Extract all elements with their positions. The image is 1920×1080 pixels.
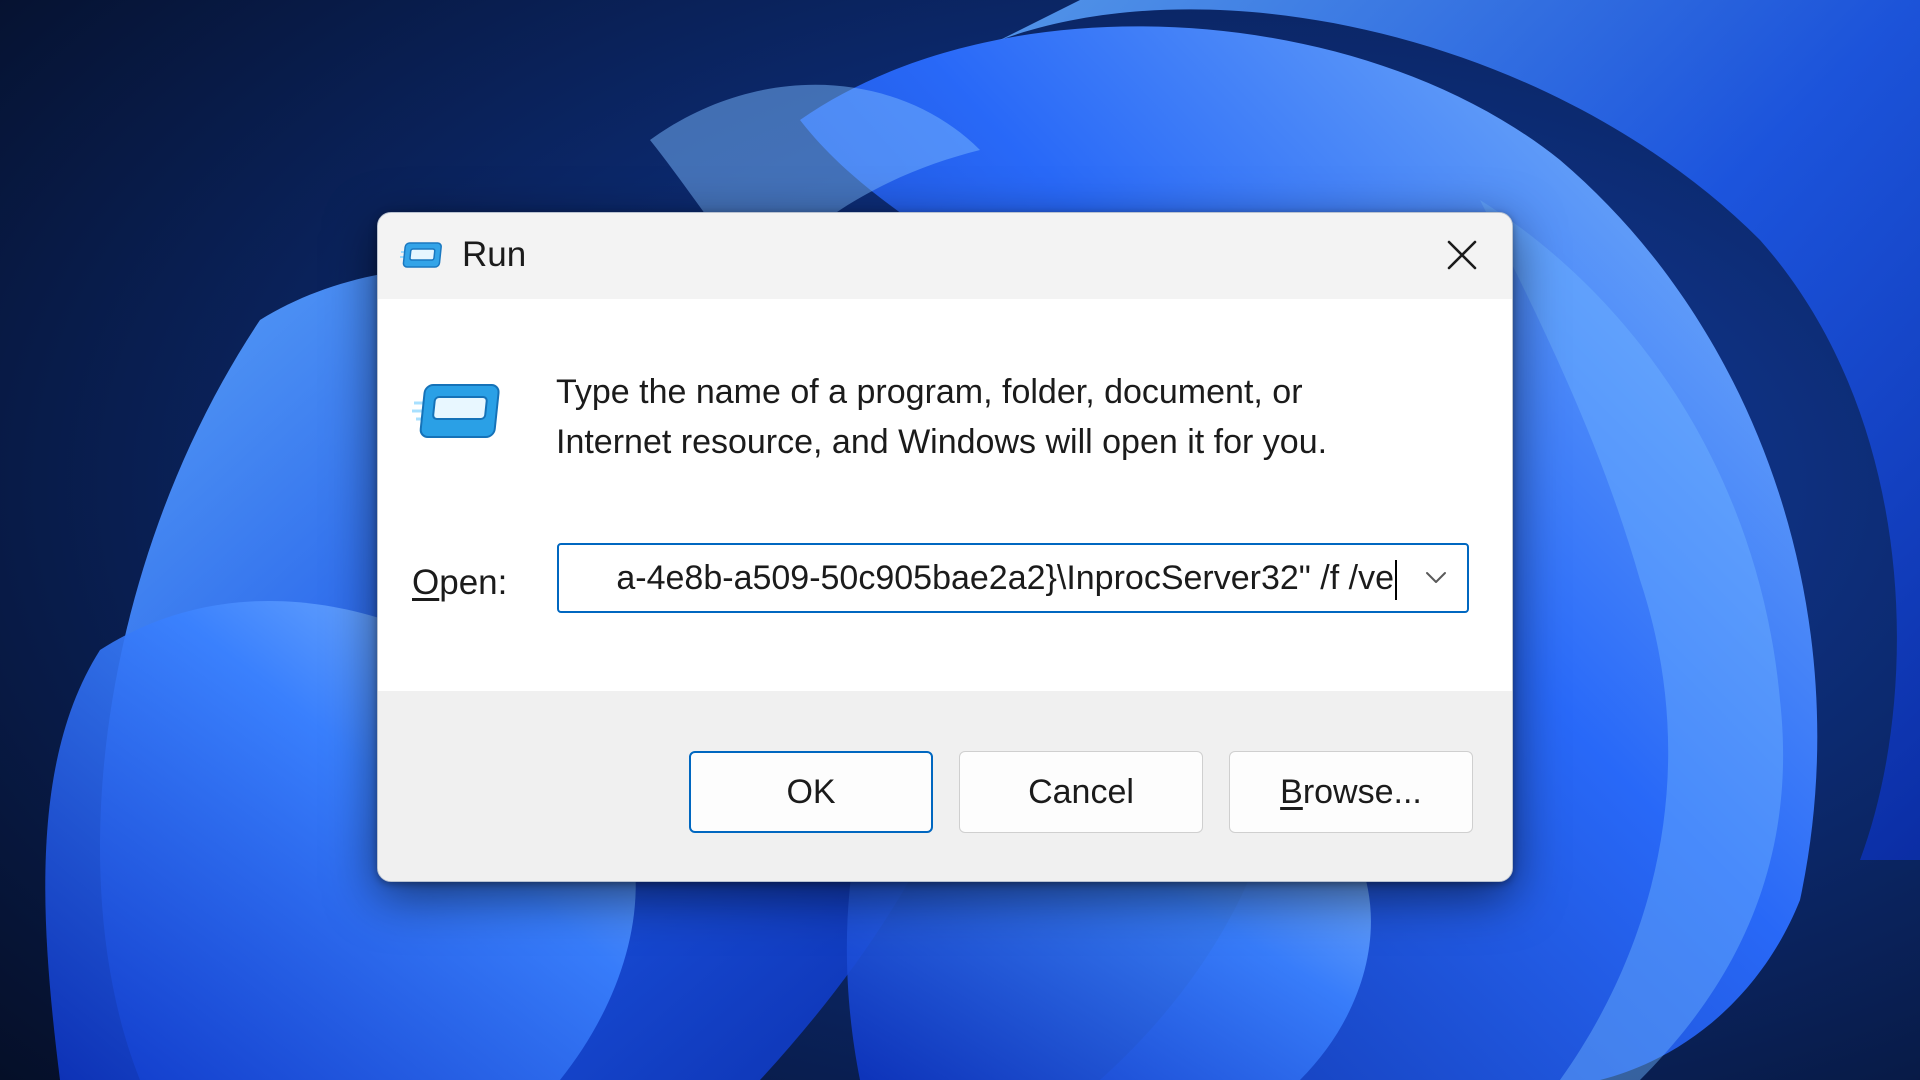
text-caret xyxy=(1395,560,1397,601)
close-icon xyxy=(1447,240,1477,270)
browse-label: rowse... xyxy=(1302,772,1422,811)
run-app-icon xyxy=(412,384,500,438)
open-label-mnemonic: O xyxy=(412,563,440,602)
description-line: Type the name of a program, folder, docu… xyxy=(556,373,1303,411)
dropdown-button[interactable] xyxy=(1413,555,1459,601)
button-bar: OK Cancel Browse... xyxy=(378,691,1512,881)
title-bar[interactable]: Run xyxy=(378,213,1512,299)
window-title: Run xyxy=(462,235,527,274)
chevron-down-icon xyxy=(1426,572,1446,583)
close-button[interactable] xyxy=(1426,225,1498,285)
run-dialog: Run Type the name of a program, folder, … xyxy=(377,212,1513,882)
dialog-description: Type the name of a program, folder, docu… xyxy=(556,367,1456,467)
open-input-value: a-4e8b-a509-50c905bae2a2}\InprocServer32… xyxy=(616,559,1394,597)
ok-button[interactable]: OK xyxy=(689,751,933,833)
open-input[interactable]: a-4e8b-a509-50c905bae2a2}\InprocServer32… xyxy=(577,545,1397,611)
dialog-content: Type the name of a program, folder, docu… xyxy=(378,299,1512,691)
browse-mnemonic: B xyxy=(1280,772,1303,811)
open-label: Open: xyxy=(412,561,507,605)
cancel-button[interactable]: Cancel xyxy=(959,751,1203,833)
run-app-icon xyxy=(400,242,442,268)
description-line: Internet resource, and Windows will open… xyxy=(556,423,1328,461)
open-combobox[interactable]: a-4e8b-a509-50c905bae2a2}\InprocServer32… xyxy=(557,543,1469,613)
browse-button[interactable]: Browse... xyxy=(1229,751,1473,833)
open-label-text: pen: xyxy=(439,563,508,602)
